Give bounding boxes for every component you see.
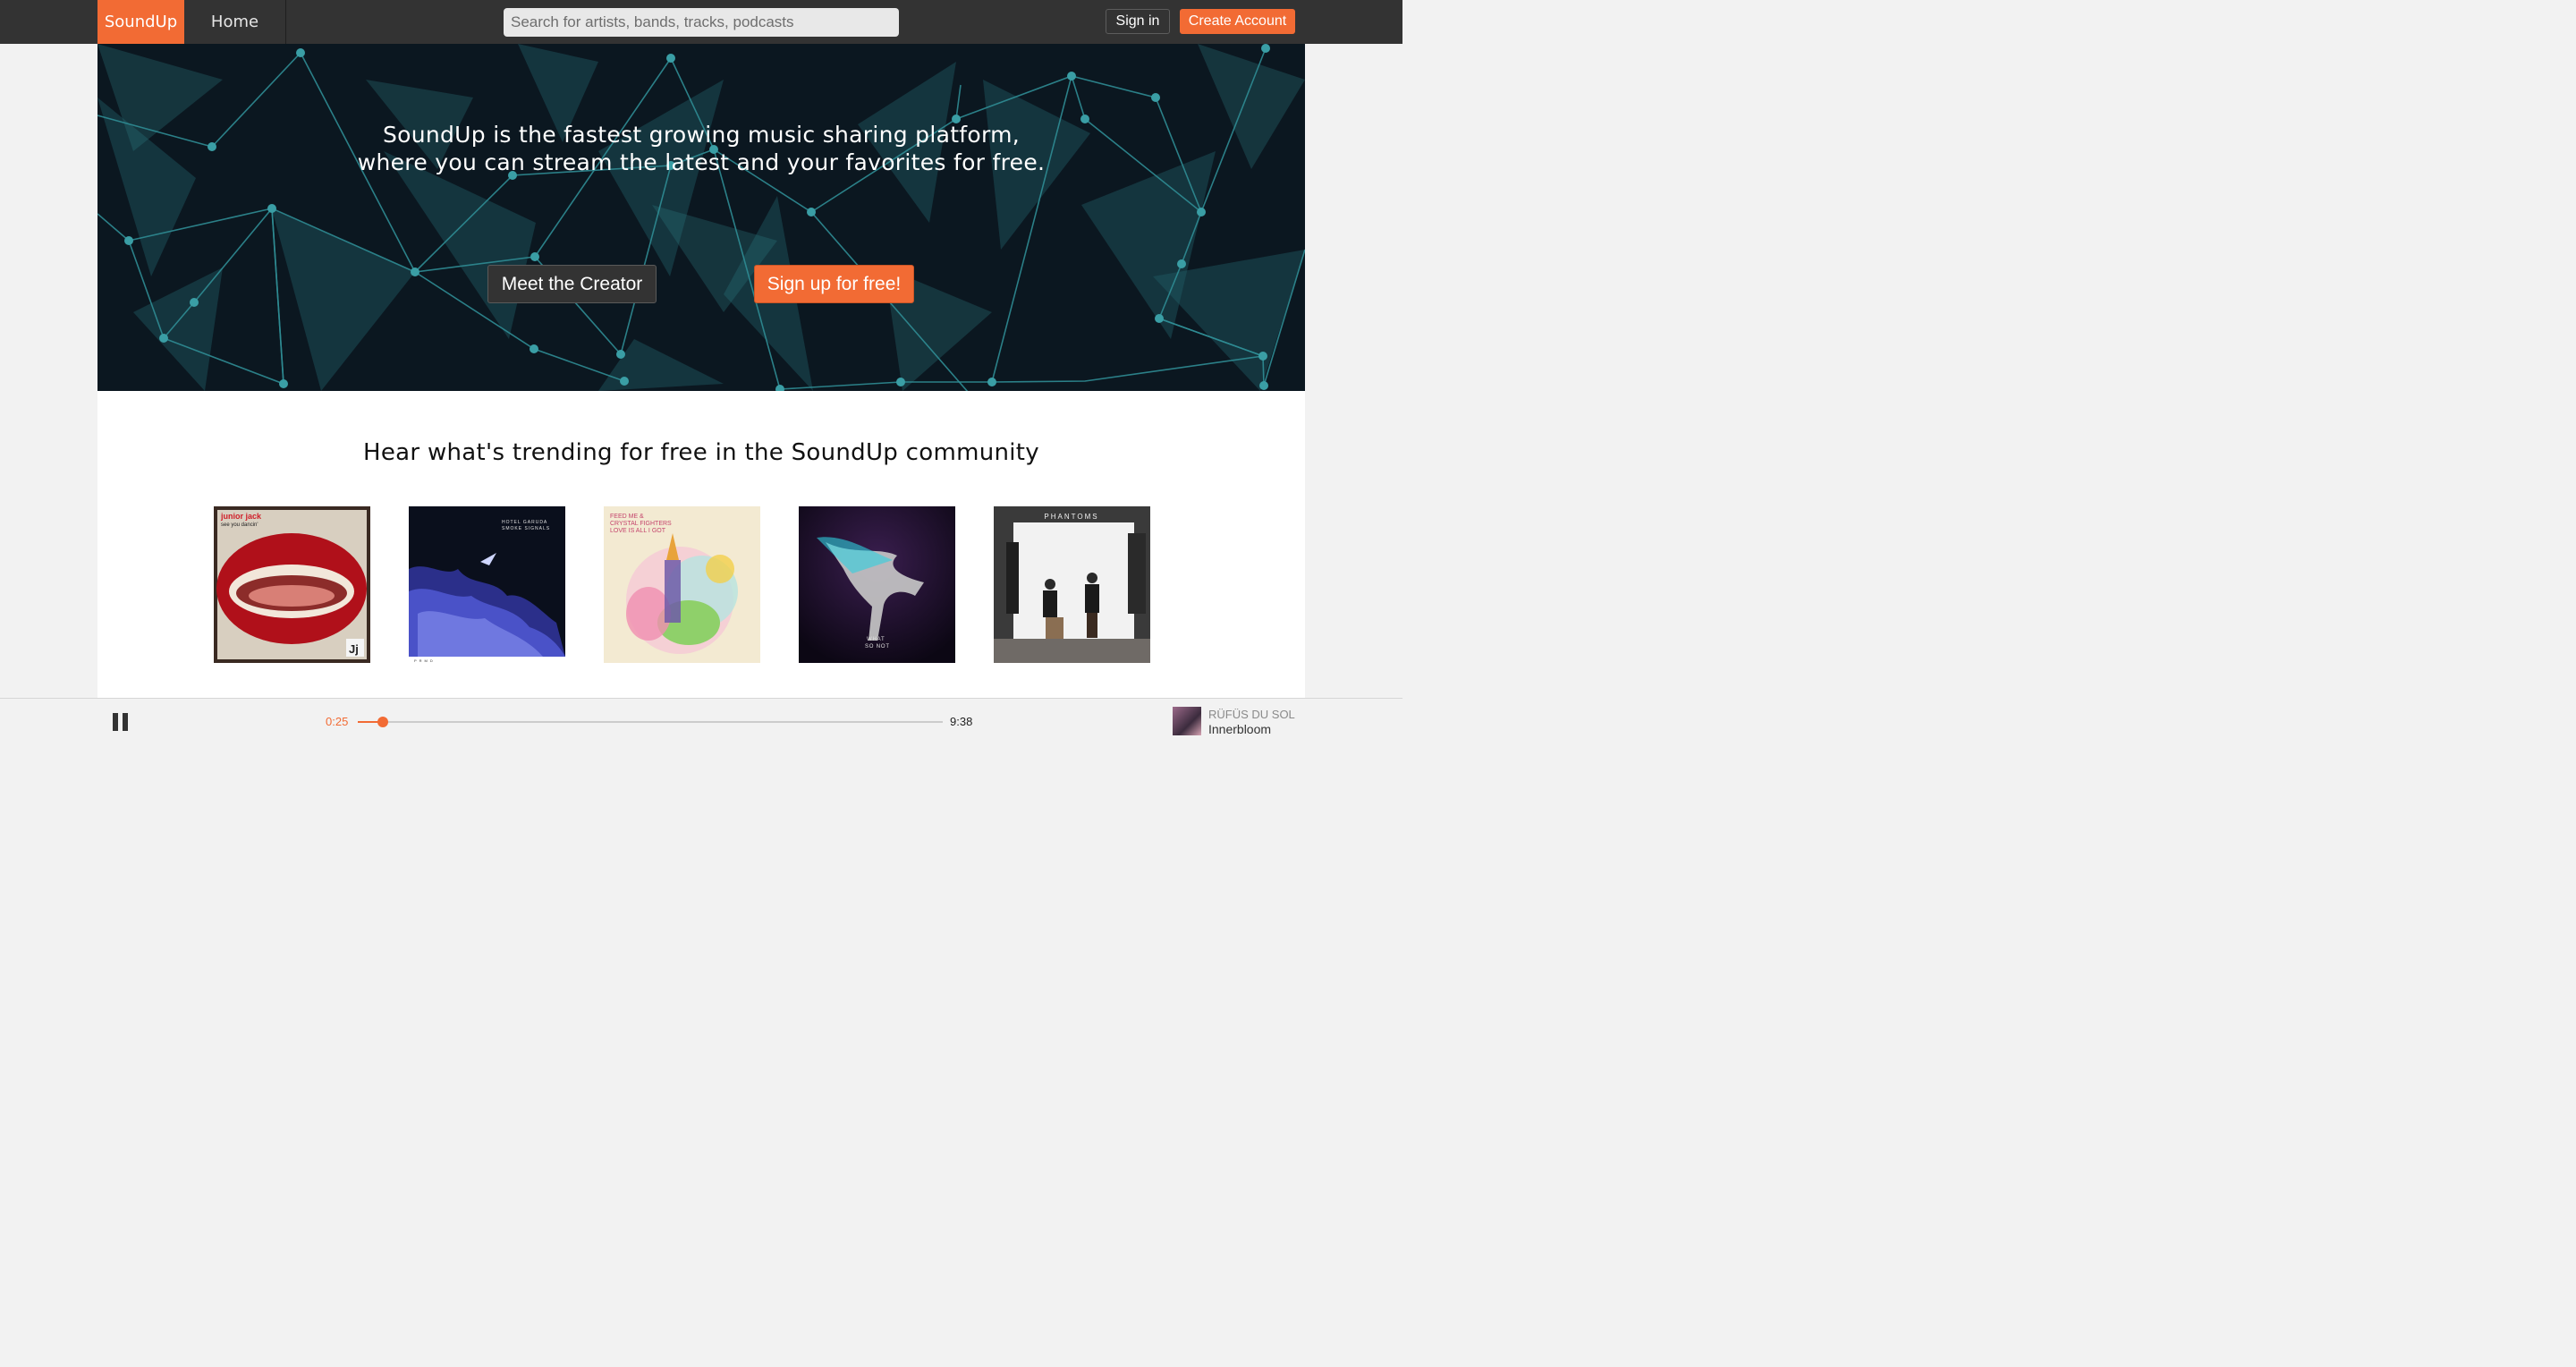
album1-title-text: see you dancin' (221, 522, 258, 528)
album-cover-what-so-not[interactable]: WHAT SO NOT (799, 506, 955, 663)
album2-title-text: SMOKE SIGNALS (502, 526, 550, 531)
album4-line2-text: SO NOT (865, 644, 890, 650)
sign-up-button[interactable]: Sign up for free! (754, 265, 914, 303)
create-account-button[interactable]: Create Account (1180, 9, 1295, 34)
hero-tagline: SoundUp is the fastest growing music sha… (97, 121, 1305, 176)
studio-photo-artwork: PHANTOMS (994, 506, 1150, 663)
now-playing-title[interactable]: Innerbloom (1208, 722, 1271, 736)
trending-title: Hear what's trending for free in the Sou… (363, 439, 1039, 466)
now-playing-artist[interactable]: RÜFÜS DU SOL (1208, 708, 1295, 721)
album2-artist-text: HOTEL GARUDA (502, 520, 547, 525)
album1-badge-text: Jj (349, 642, 359, 656)
hero-line-1: SoundUp is the fastest growing music sha… (382, 122, 1021, 148)
album3-line2-text: CRYSTAL FIGHTERS (610, 521, 672, 527)
total-time: 9:38 (950, 715, 973, 728)
hero-line-2: where you can stream the latest and your… (357, 149, 1046, 175)
hero-banner: SoundUp is the fastest growing music sha… (97, 44, 1305, 391)
progress-knob[interactable] (377, 717, 389, 727)
search-input[interactable] (504, 8, 899, 37)
progress-track[interactable] (358, 717, 943, 727)
audio-player-bar: 0:25 9:38 RÜFÜS DU SOL Innerbloom (0, 698, 1402, 744)
horse-artwork: WHAT SO NOT (799, 506, 955, 663)
album2-label-text: PRMD (414, 658, 436, 663)
album-cover-phantoms[interactable]: PHANTOMS (994, 506, 1150, 663)
album-cover-hotel-garuda[interactable]: HOTEL GARUDA SMOKE SIGNALS PRMD (409, 506, 565, 663)
logo-button[interactable]: SoundUp (97, 0, 184, 44)
trending-section: Hear what's trending for free in the Sou… (97, 391, 1305, 698)
home-link[interactable]: Home (184, 0, 286, 44)
smoke-artwork: HOTEL GARUDA SMOKE SIGNALS PRMD (409, 506, 565, 663)
meet-creator-button[interactable]: Meet the Creator (487, 265, 657, 303)
album3-line1-text: FEED ME & (610, 514, 644, 520)
network-background (97, 44, 1305, 391)
lips-artwork: junior jack see you dancin' Jj (214, 506, 370, 663)
current-time: 0:25 (326, 715, 349, 728)
top-navbar: SoundUp Home Sign in Create Account (0, 0, 1402, 44)
album3-line3-text: LOVE IS ALL I GOT (610, 528, 666, 534)
sign-in-button[interactable]: Sign in (1106, 9, 1170, 34)
cartoon-artwork: FEED ME & CRYSTAL FIGHTERS LOVE IS ALL I… (604, 506, 760, 663)
album1-artist-text: junior jack (220, 512, 262, 521)
album5-title-text: PHANTOMS (1044, 513, 1098, 521)
album-cover-feed-me[interactable]: FEED ME & CRYSTAL FIGHTERS LOVE IS ALL I… (604, 506, 760, 663)
pause-icon[interactable] (112, 713, 130, 731)
album-cover-junior-jack[interactable]: junior jack see you dancin' Jj (214, 506, 370, 663)
album4-line1-text: WHAT (867, 637, 885, 642)
now-playing-artwork[interactable] (1173, 707, 1201, 735)
